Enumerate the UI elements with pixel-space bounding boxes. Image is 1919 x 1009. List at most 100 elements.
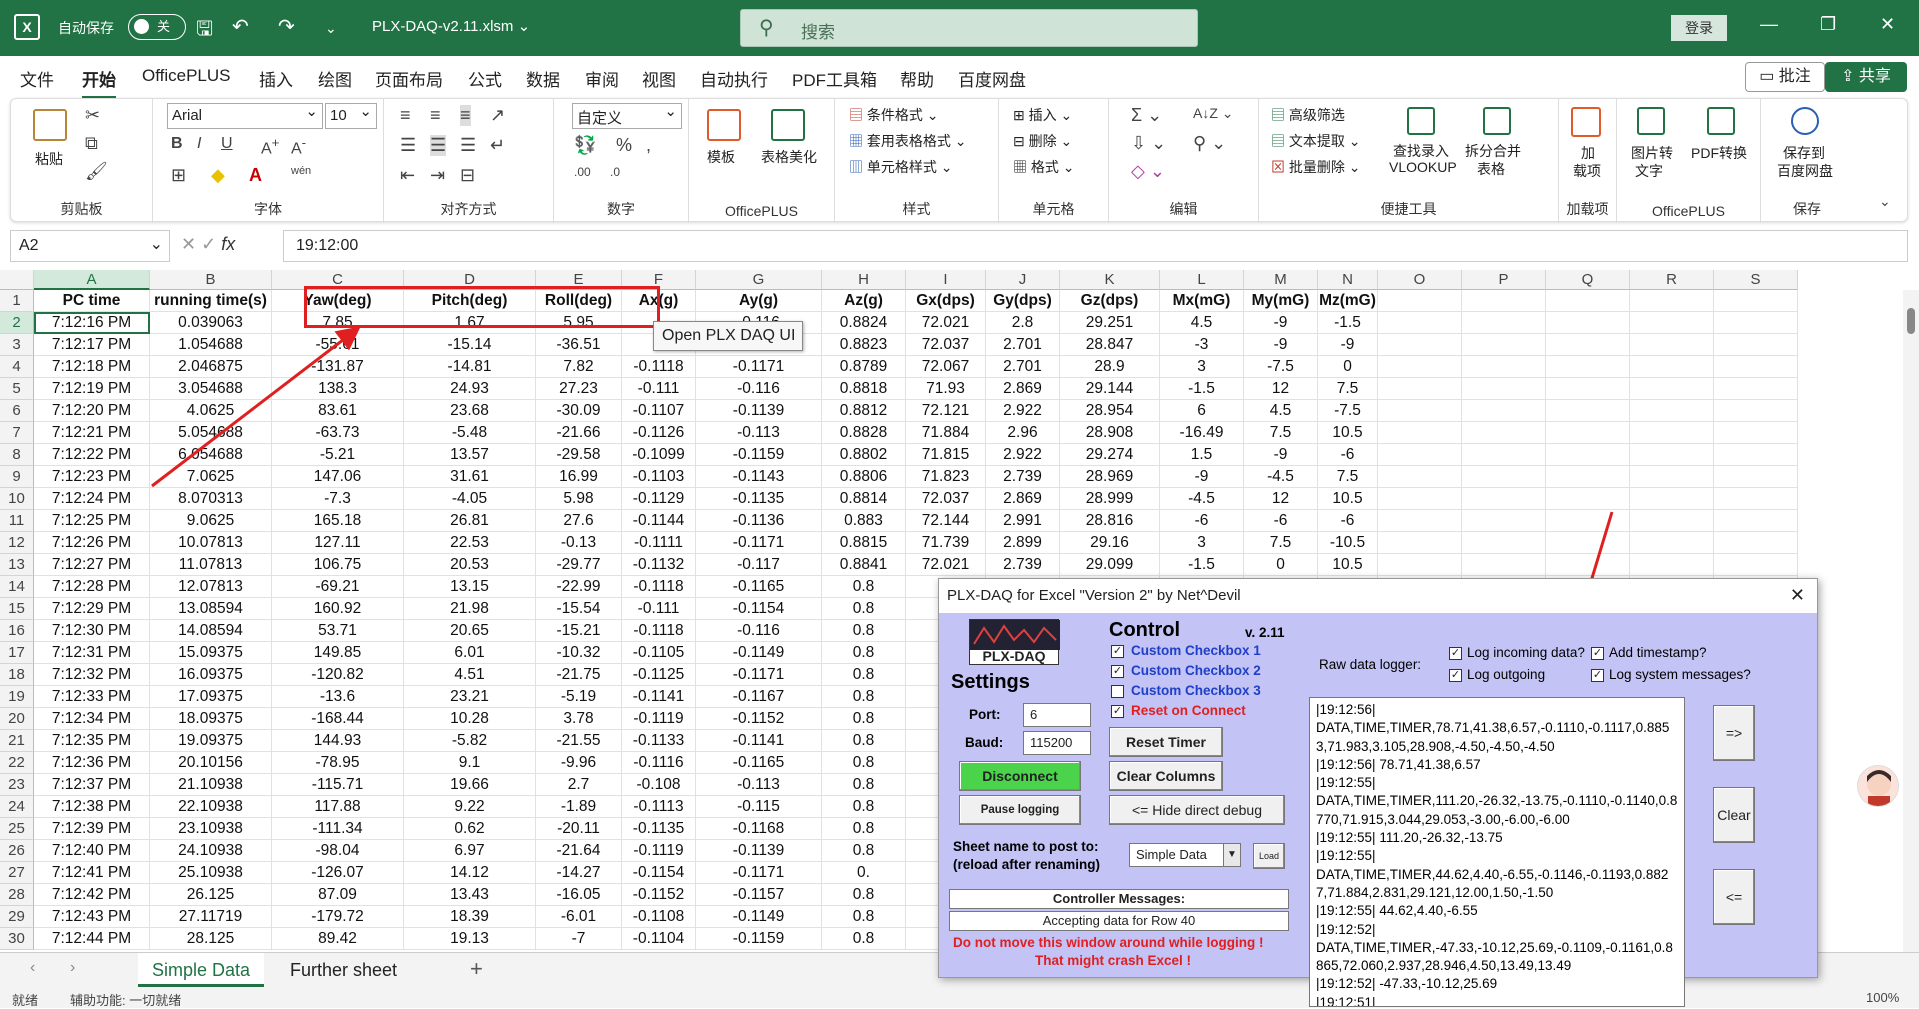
conditional-format-button[interactable]: ▤ 条件格式 ⌄: [849, 105, 939, 125]
table-cell[interactable]: -6.01: [536, 906, 622, 928]
table-cell[interactable]: -0.1143: [696, 466, 822, 488]
table-cell[interactable]: 19.09375: [150, 730, 272, 752]
table-cell[interactable]: 7:12:29 PM: [34, 598, 150, 620]
add-timestamp-checkbox[interactable]: ✓: [1591, 647, 1604, 660]
table-cell[interactable]: 4.5: [1244, 400, 1318, 422]
table-cell[interactable]: [1630, 510, 1714, 532]
row-header[interactable]: 5: [0, 378, 34, 400]
borders-icon[interactable]: ⊞: [171, 165, 186, 186]
phonetic-icon[interactable]: wén: [291, 165, 311, 177]
table-cell[interactable]: -55.61: [272, 334, 404, 356]
table-cell[interactable]: 7:12:27 PM: [34, 554, 150, 576]
number-format-select[interactable]: 自定义: [572, 102, 682, 129]
table-cell[interactable]: -0.1144: [622, 510, 696, 532]
table-cell[interactable]: 0.8: [822, 620, 906, 642]
table-cell[interactable]: 7:12:41 PM: [34, 862, 150, 884]
table-cell[interactable]: 149.85: [272, 642, 404, 664]
table-beautify-label[interactable]: 表格美化: [761, 147, 817, 167]
table-cell[interactable]: 72.037: [906, 334, 986, 356]
format-cells-button[interactable]: ▦ 格式 ⌄: [1013, 157, 1075, 177]
table-cell[interactable]: [1630, 554, 1714, 576]
table-cell[interactable]: -0.1116: [622, 752, 696, 774]
row-header[interactable]: 8: [0, 444, 34, 466]
baud-input[interactable]: 115200: [1023, 731, 1091, 755]
table-cell[interactable]: [1546, 466, 1630, 488]
send-left-button[interactable]: <=: [1713, 869, 1755, 925]
table-cell[interactable]: -9: [1244, 312, 1318, 334]
table-cell[interactable]: -7.5: [1244, 356, 1318, 378]
column-header[interactable]: H: [822, 270, 906, 290]
table-cell[interactable]: -16.49: [1160, 422, 1244, 444]
table-cell[interactable]: [1630, 356, 1714, 378]
row-header[interactable]: 6: [0, 400, 34, 422]
table-cell[interactable]: 26.81: [404, 510, 536, 532]
log-system-checkbox[interactable]: ✓: [1591, 669, 1604, 682]
menu-pdf-tools[interactable]: PDF工具箱: [792, 66, 877, 91]
table-cell[interactable]: 9.1: [404, 752, 536, 774]
table-cell[interactable]: 10.07813: [150, 532, 272, 554]
pdf-convert-label[interactable]: PDF转换: [1691, 143, 1747, 163]
table-cell[interactable]: 0.8: [822, 884, 906, 906]
text-extract-button[interactable]: ▤ 文本提取 ⌄: [1271, 131, 1361, 151]
table-cell[interactable]: 7:12:17 PM: [34, 334, 150, 356]
table-cell[interactable]: -0.116: [696, 378, 822, 400]
menu-data[interactable]: 数据: [526, 66, 560, 91]
table-cell[interactable]: -0.1168: [696, 818, 822, 840]
table-cell[interactable]: -0.1105: [622, 642, 696, 664]
raw-data-log[interactable]: |19:12:56| DATA,TIME,TIMER,78.71,41.38,6…: [1309, 697, 1685, 1007]
table-cell[interactable]: -1.89: [536, 796, 622, 818]
table-cell[interactable]: 15.09375: [150, 642, 272, 664]
header-cell[interactable]: running time(s): [150, 290, 272, 312]
table-cell[interactable]: 2.739: [986, 466, 1060, 488]
table-cell[interactable]: 17.09375: [150, 686, 272, 708]
table-cell[interactable]: -0.1139: [696, 400, 822, 422]
copy-icon[interactable]: ⧉: [85, 133, 98, 154]
table-cell[interactable]: -0.111: [622, 598, 696, 620]
table-cell[interactable]: -9: [1244, 334, 1318, 356]
table-cell[interactable]: -9.96: [536, 752, 622, 774]
menu-file[interactable]: 文件: [20, 66, 54, 91]
merge-center-icon[interactable]: ⊟: [460, 165, 475, 186]
table-cell[interactable]: 0.8: [822, 664, 906, 686]
row-header[interactable]: 30: [0, 928, 34, 950]
table-cell[interactable]: 0.8802: [822, 444, 906, 466]
table-cell[interactable]: -0.1157: [696, 884, 822, 906]
table-cell[interactable]: 2.7: [536, 774, 622, 796]
vertical-scrollbar[interactable]: [1903, 290, 1919, 952]
tab-further-sheet[interactable]: Further sheet: [276, 953, 411, 987]
table-cell[interactable]: 12: [1244, 488, 1318, 510]
table-cell[interactable]: 12.07813: [150, 576, 272, 598]
table-cell[interactable]: [1378, 466, 1462, 488]
table-cell[interactable]: -20.11: [536, 818, 622, 840]
table-cell[interactable]: 89.42: [272, 928, 404, 950]
column-header[interactable]: A: [34, 270, 150, 290]
table-cell[interactable]: [1462, 312, 1546, 334]
table-cell[interactable]: [1714, 356, 1798, 378]
table-cell[interactable]: 7:12:23 PM: [34, 466, 150, 488]
table-cell[interactable]: 28.969: [1060, 466, 1160, 488]
table-cell[interactable]: 22.53: [404, 532, 536, 554]
table-cell[interactable]: -0.1171: [696, 532, 822, 554]
hide-debug-button[interactable]: <= Hide direct debug: [1109, 795, 1285, 825]
table-cell[interactable]: [1714, 532, 1798, 554]
table-cell[interactable]: 0.8: [822, 752, 906, 774]
table-cell[interactable]: [1714, 400, 1798, 422]
table-cell[interactable]: -15.54: [536, 598, 622, 620]
table-cell[interactable]: [1378, 510, 1462, 532]
table-cell[interactable]: 7.5: [1318, 378, 1378, 400]
italic-icon[interactable]: I: [197, 135, 201, 153]
table-cell[interactable]: 71.884: [906, 422, 986, 444]
row-header[interactable]: 24: [0, 796, 34, 818]
fill-icon[interactable]: ⇩ ⌄: [1131, 133, 1166, 154]
table-cell[interactable]: 24.10938: [150, 840, 272, 862]
table-cell[interactable]: 10.5: [1318, 488, 1378, 510]
table-cell[interactable]: -168.44: [272, 708, 404, 730]
header-cell[interactable]: [1714, 290, 1798, 312]
table-cell[interactable]: -0.1141: [622, 686, 696, 708]
table-cell[interactable]: [1378, 488, 1462, 510]
align-center-icon[interactable]: ☰: [430, 135, 447, 156]
table-cell[interactable]: [1546, 378, 1630, 400]
table-cell[interactable]: -10.5: [1318, 532, 1378, 554]
table-cell[interactable]: 53.71: [272, 620, 404, 642]
table-cell[interactable]: -0.113: [696, 422, 822, 444]
